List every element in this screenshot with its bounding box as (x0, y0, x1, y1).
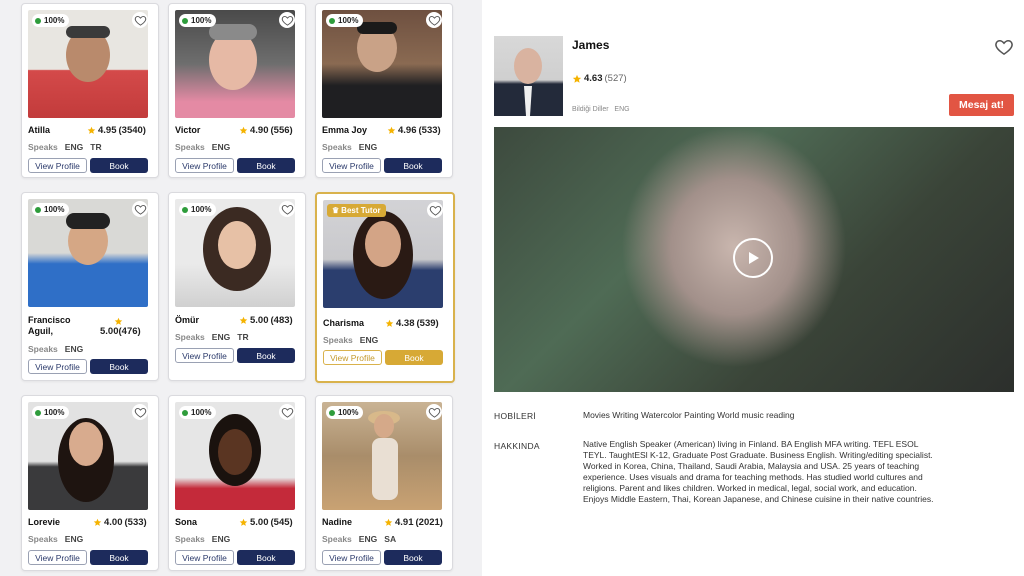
tutor-card: 100% Atilla 4.95 (3540) Speaks ENG TR View… (21, 3, 159, 178)
profile-name: James (572, 38, 610, 52)
heart-icon[interactable] (132, 12, 148, 28)
hobbies-text: Movies Writing Watercolor Painting World… (583, 410, 795, 420)
tutor-speaks: Speaks ENG TR (175, 332, 249, 342)
tutor-rating: 5.00 (483) (239, 315, 293, 326)
view-profile-button[interactable]: View Profile (175, 158, 234, 173)
tutor-rating: 4.38 (539) (385, 318, 439, 329)
tutor-list-panel: 100% Atilla 4.95 (3540) Speaks ENG TR View… (0, 0, 482, 576)
crown-icon: ♛ (332, 206, 340, 215)
availability-badge: 100% (32, 406, 70, 419)
tutor-speaks: Speaks ENG (28, 344, 84, 354)
hobbies-label: HOBİLERİ (494, 411, 537, 421)
heart-icon[interactable] (427, 202, 443, 218)
tutor-name: Emma Joy (322, 125, 368, 135)
book-button[interactable]: Book (237, 550, 295, 565)
tutor-speaks: Speaks ENG SA (322, 534, 397, 544)
star-icon (384, 518, 393, 527)
profile-languages: Bildiği Diller ENG (572, 106, 630, 113)
view-profile-button[interactable]: View Profile (323, 350, 382, 365)
about-label: HAKKINDA (494, 441, 540, 451)
heart-icon[interactable] (279, 404, 295, 420)
tutor-profile-panel: James 4.63 (527) Bildiği Diller ENG Mesaj… (482, 0, 1024, 576)
heart-icon[interactable] (426, 12, 442, 28)
tutor-name: Charisma (323, 318, 365, 328)
star-icon (572, 74, 582, 84)
view-profile-button[interactable]: View Profile (322, 158, 381, 173)
availability-badge: 100% (179, 14, 217, 27)
star-icon (239, 126, 248, 135)
heart-icon[interactable] (132, 201, 148, 217)
tutor-speaks: Speaks ENG (322, 142, 378, 152)
availability-badge: 100% (32, 14, 70, 27)
tutor-speaks: Speaks ENG (175, 142, 231, 152)
tutor-card: 100% Lorevie 4.00 (533) Speaks ENG View Pr… (21, 395, 159, 571)
tutor-card: 100% Sona 5.00 (545) Speaks ENG View Profi… (168, 395, 306, 571)
tutor-speaks: Speaks ENG (28, 534, 84, 544)
view-profile-button[interactable]: View Profile (175, 550, 234, 565)
star-icon (114, 317, 123, 326)
tutor-speaks: Speaks ENG TR (28, 142, 102, 152)
availability-badge: 100% (326, 406, 364, 419)
view-profile-button[interactable]: View Profile (28, 359, 87, 374)
star-icon (385, 319, 394, 328)
tutor-card: 100% Victor 4.90 (556) Speaks ENG View Pro… (168, 3, 306, 178)
view-profile-button[interactable]: View Profile (28, 158, 87, 173)
view-profile-button[interactable]: View Profile (322, 550, 381, 565)
about-text: Native English Speaker (American) living… (583, 439, 934, 504)
tutor-rating: 4.90 (556) (239, 125, 293, 136)
heart-icon[interactable] (279, 201, 295, 217)
tutor-name: Lorevie (28, 517, 61, 527)
tutor-card-best: ♛ Best Tutor Charisma 4.38 (539) Speaks ENG… (315, 192, 455, 383)
availability-badge: 100% (179, 406, 217, 419)
tutor-name: Atilla (28, 125, 51, 135)
book-button[interactable]: Book (90, 359, 148, 374)
book-button[interactable]: Book (90, 158, 148, 173)
view-profile-button[interactable]: View Profile (28, 550, 87, 565)
best-tutor-badge: ♛ Best Tutor (327, 204, 386, 217)
tutor-name: Nadine (322, 517, 353, 527)
tutor-rating: 5.00 (545) (239, 517, 293, 528)
tutor-name: Ömür (175, 315, 200, 325)
tutor-card: 100% Nadine 4.91 (2021) Speaks ENG SA View… (315, 395, 453, 571)
tutor-name: Francisco Aguil, (28, 315, 71, 336)
star-icon (87, 126, 96, 135)
tutor-card: 100% Francisco Aguil, 5.00(476) Speaks EN… (21, 192, 159, 381)
book-button[interactable]: Book (385, 350, 443, 365)
tutor-name: Victor (175, 125, 201, 135)
play-button[interactable] (733, 238, 773, 278)
tutor-rating: 4.95 (3540) (87, 125, 146, 136)
heart-icon[interactable] (279, 12, 295, 28)
book-button[interactable]: Book (237, 348, 295, 363)
star-icon (387, 126, 396, 135)
tutor-speaks: Speaks ENG (175, 534, 231, 544)
star-icon (239, 316, 248, 325)
heart-icon[interactable] (994, 37, 1014, 62)
book-button[interactable]: Book (384, 550, 442, 565)
tutor-card: 100% Ömür 5.00 (483) Speaks ENG TR View Pr… (168, 192, 306, 381)
heart-icon[interactable] (132, 404, 148, 420)
view-profile-button[interactable]: View Profile (175, 348, 234, 363)
tutor-speaks: Speaks ENG (323, 335, 379, 345)
star-icon (93, 518, 102, 527)
tutor-rating: 4.00 (533) (93, 517, 147, 528)
tutor-rating: 5.00(476) (100, 317, 141, 337)
message-button[interactable]: Mesaj at! (949, 94, 1014, 116)
availability-badge: 100% (179, 203, 217, 216)
book-button[interactable]: Book (237, 158, 295, 173)
heart-icon[interactable] (426, 404, 442, 420)
tutor-card: 100% Emma Joy 4.96 (533) Speaks ENG View P… (315, 3, 453, 178)
profile-photo (494, 36, 563, 116)
book-button[interactable]: Book (384, 158, 442, 173)
star-icon (239, 518, 248, 527)
profile-rating: 4.63 (527) (572, 73, 627, 84)
play-icon (749, 252, 759, 264)
tutor-rating: 4.96 (533) (387, 125, 441, 136)
tutor-rating: 4.91 (2021) (384, 517, 443, 528)
book-button[interactable]: Book (90, 550, 148, 565)
tutor-name: Sona (175, 517, 198, 527)
availability-badge: 100% (326, 14, 364, 27)
availability-badge: 100% (32, 203, 70, 216)
